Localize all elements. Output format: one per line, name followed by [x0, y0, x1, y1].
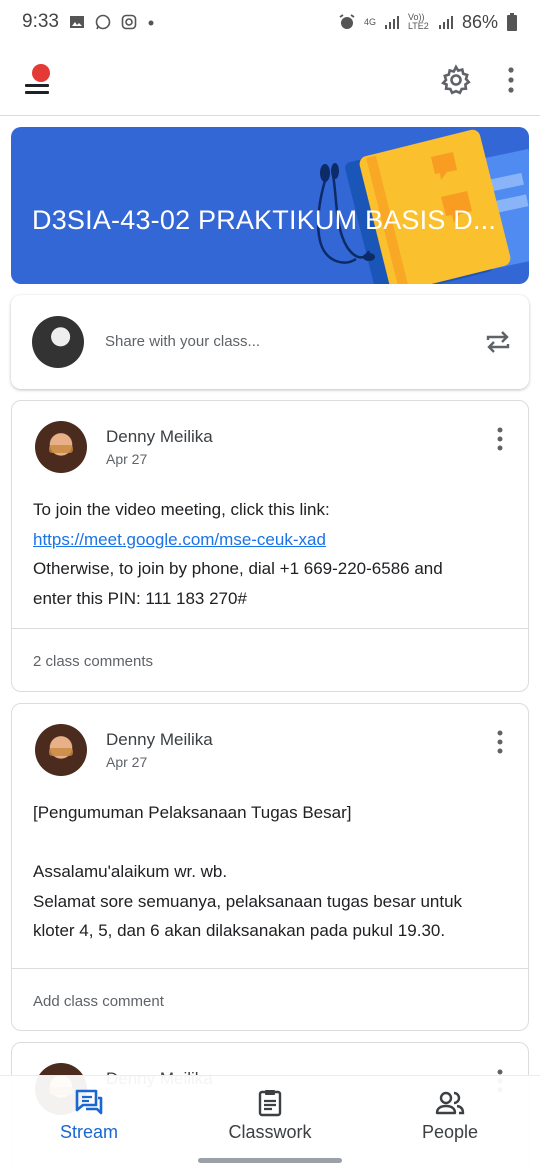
repost-icon[interactable] [484, 328, 512, 356]
signal-icon-2 [438, 16, 453, 29]
post-text-line: To join the video meeting, click this li… [33, 500, 330, 519]
menu-icon-line [25, 91, 49, 94]
share-input[interactable]: Share with your class... [105, 333, 260, 350]
instagram-icon [121, 14, 137, 30]
tab-label: Stream [59, 1122, 119, 1142]
user-avatar [32, 316, 84, 368]
post-text-line: Otherwise, to join by phone, dial +1 669… [33, 559, 443, 578]
post-author: Denny Meilika [106, 730, 213, 749]
gear-icon[interactable] [440, 64, 472, 96]
meet-link[interactable]: https://meet.google.com/mse-ceuk-xad [33, 530, 326, 549]
status-time: 9:33 [22, 11, 59, 32]
share-card[interactable]: Share with your class... [11, 295, 529, 389]
alarm-icon [339, 14, 355, 29]
post-text-line: Selamat sore semuanya, pelaksanaan tugas… [33, 891, 463, 911]
post-date: Apr 27 [106, 451, 148, 467]
post-body: [Pengumuman Pelaksanaan Tugas Besar] Ass… [33, 798, 503, 946]
menu-button[interactable] [20, 64, 56, 100]
post-card[interactable]: Denny Meilika Apr 27 To join the video m… [11, 400, 529, 692]
app-bar [0, 44, 540, 116]
status-right: 4G Vo)) LTE2 86% [338, 12, 518, 33]
add-comment-button[interactable]: Add class comment [33, 993, 164, 1010]
menu-icon [25, 84, 49, 87]
dot-icon [148, 20, 154, 26]
signal-icon [384, 16, 399, 29]
tab-label: People [421, 1122, 479, 1142]
tab-classwork[interactable]: Classwork [200, 1088, 340, 1143]
notification-dot [32, 64, 50, 82]
tab-label: Classwork [228, 1122, 312, 1142]
people-icon [435, 1091, 465, 1115]
post-text-line: [Pengumuman Pelaksanaan Tugas Besar] [33, 803, 352, 822]
post-card[interactable]: Denny Meilika Apr 27 [Pengumuman Pelaksa… [11, 703, 529, 1031]
tab-people[interactable]: People [380, 1088, 520, 1143]
tab-stream[interactable]: Stream [19, 1088, 159, 1143]
more-vert-icon[interactable] [490, 425, 510, 453]
post-date: Apr 27 [106, 754, 148, 770]
author-avatar [35, 724, 87, 776]
classwork-icon [258, 1090, 282, 1117]
class-banner[interactable]: D3SIA-43-02 PRAKTIKUM BASIS D... [11, 127, 529, 284]
post-text-line: enter this PIN: 111 183 270# [33, 588, 247, 608]
battery-percent: 86% [461, 11, 498, 32]
battery-icon [507, 13, 517, 31]
class-title: D3SIA-43-02 PRAKTIKUM BASIS D... [32, 205, 497, 235]
home-indicator[interactable] [198, 1158, 342, 1163]
status-left: 9:33 [22, 11, 155, 33]
volte-label: Vo)) LTE2 [407, 12, 429, 31]
post-body: To join the video meeting, click this li… [33, 495, 503, 613]
status-bar: 9:33 4G Vo)) LTE2 86% [0, 0, 540, 44]
class-comments-link[interactable]: 2 class comments [33, 653, 153, 670]
divider [12, 968, 528, 969]
divider [12, 628, 528, 629]
network-type: 4G [363, 16, 376, 27]
gallery-icon [69, 16, 84, 28]
whatsapp-icon [95, 14, 111, 30]
post-author: Denny Meilika [106, 427, 213, 446]
post-text-line: kloter 4, 5, dan 6 akan dilaksanakan pad… [33, 921, 446, 940]
bottom-nav: Stream Classwork People [0, 1075, 540, 1170]
author-avatar [35, 421, 87, 473]
more-vert-icon[interactable] [490, 728, 510, 756]
stream-icon [75, 1089, 103, 1115]
more-vert-icon[interactable] [500, 66, 522, 94]
post-text-line: Assalamu'alaikum wr. wb. [33, 862, 228, 881]
